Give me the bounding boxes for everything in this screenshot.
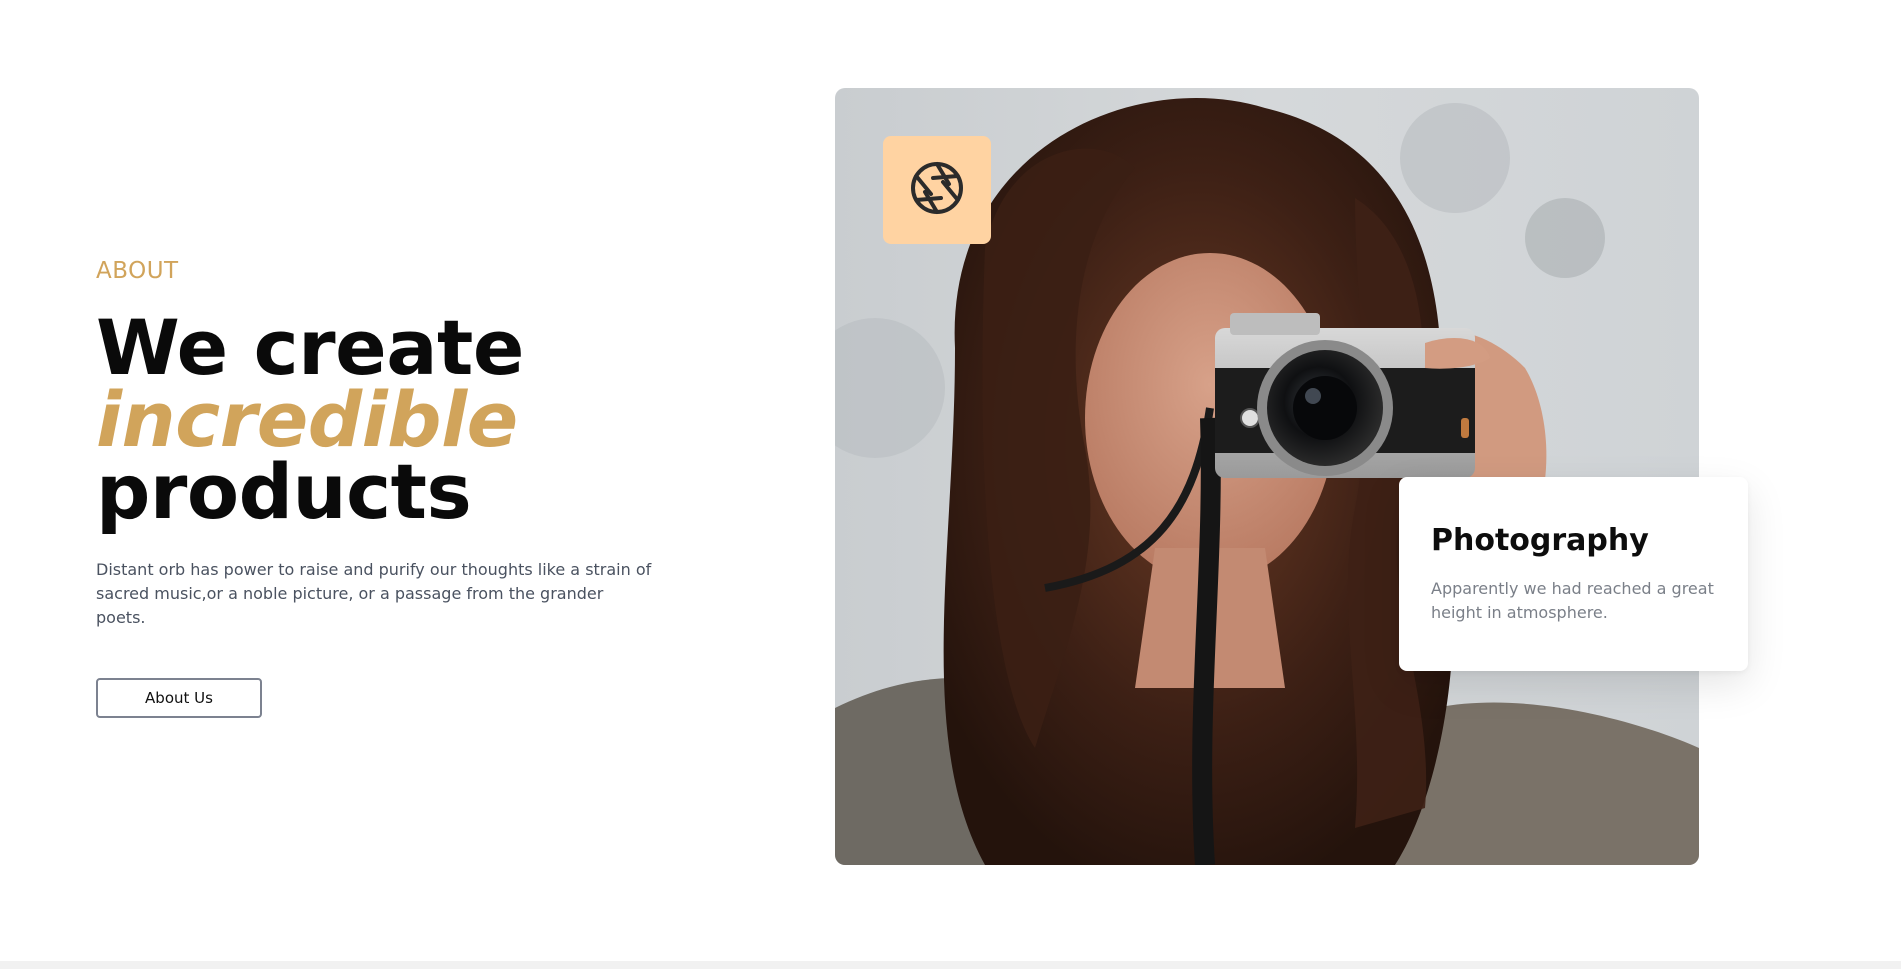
section-description: Distant orb has power to raise and purif…	[96, 560, 652, 627]
card-title: Photography	[1431, 523, 1649, 558]
section-eyebrow: ABOUT	[96, 258, 179, 284]
section-divider	[0, 961, 1901, 969]
card-text: Apparently we had reached a great height…	[1431, 579, 1714, 622]
photography-card: Photography Apparently we had reached a …	[1399, 477, 1748, 671]
headline-line-1: We create	[96, 303, 524, 392]
photography-badge	[883, 136, 991, 244]
about-content: ABOUT We create incredible products Dist…	[96, 258, 696, 718]
camera-aperture-icon	[909, 160, 965, 220]
headline-accent: incredible	[96, 375, 518, 464]
about-section: ABOUT We create incredible products Dist…	[0, 0, 1901, 969]
about-us-button[interactable]: About Us	[96, 678, 262, 718]
section-headline: We create incredible products	[96, 303, 696, 536]
headline-line-3: products	[96, 447, 472, 536]
